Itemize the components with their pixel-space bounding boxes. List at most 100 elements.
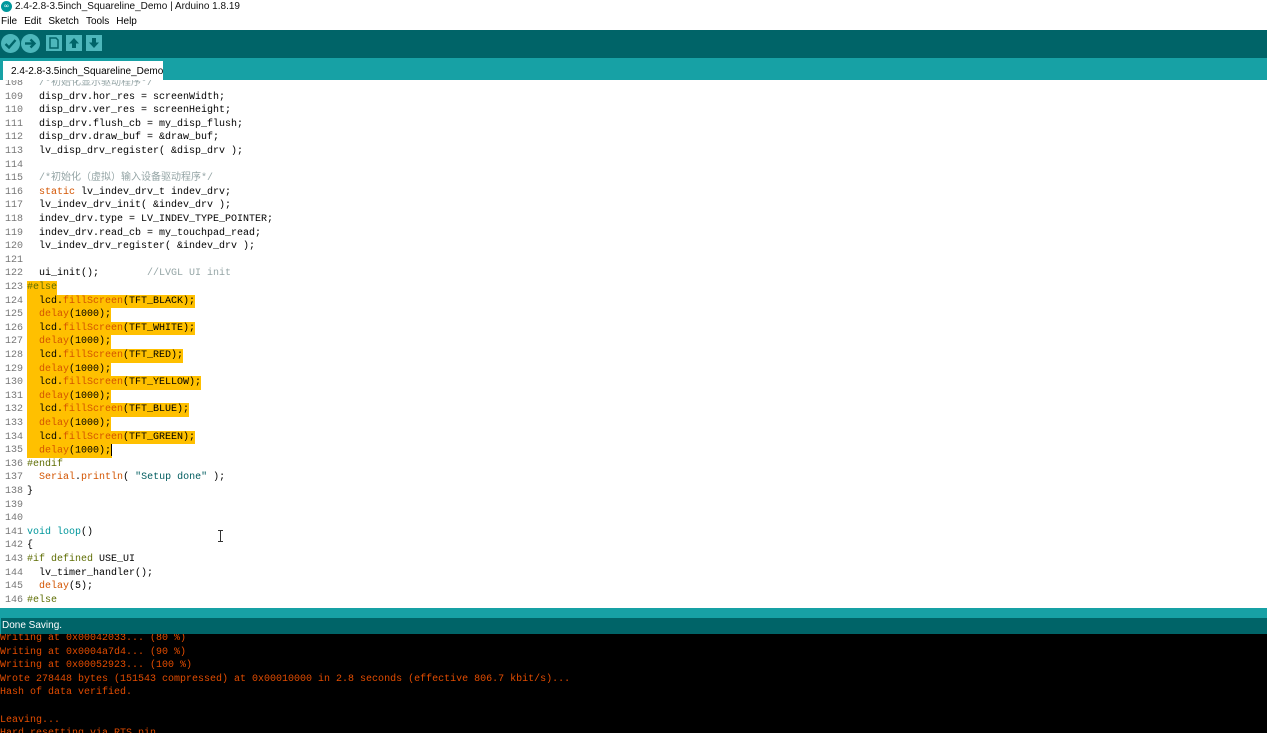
code-line: 124 lcd.fillScreen(TFT_BLACK); [0,294,1267,309]
new-sketch-button[interactable] [46,35,62,51]
menu-edit[interactable]: Edit [24,16,41,27]
console-line: Writing at 0x00042033... (80 %) [0,634,187,644]
output-console[interactable]: Writing at 0x00042033... (80 %) Writing a… [0,634,1267,733]
code-token: } [27,486,34,497]
line-number: 111 [4,118,23,130]
code-token: lcd. [27,322,64,334]
code-text: delay(1000); [27,389,112,404]
code-line: 119 indev_drv.read_cb = my_touchpad_read… [0,227,1267,241]
code-line: 135 delay(1000); [0,444,1267,459]
code-line: 132 lcd.fillScreen(TFT_BLUE); [0,403,1267,417]
code-token: ( [123,472,136,484]
code-text: #else [27,594,57,608]
code-token: (1000); [69,418,112,429]
line-number: 144 [4,567,23,579]
code-text: disp_drv.draw_buf = &draw_buf; [27,131,219,145]
code-line: 109 disp_drv.hor_res = screenWidth; [0,91,1267,105]
code-token: lcd. [27,404,64,416]
code-line: 134 lcd.fillScreen(TFT_GREEN); [0,430,1267,445]
menu-tools[interactable]: Tools [86,16,109,27]
code-token: #if defined [27,554,94,565]
open-sketch-button[interactable] [66,35,82,51]
code-token: #endif [27,458,64,470]
code-token: fillScreen [63,431,124,443]
code-line: 146 #else [0,594,1267,608]
code-line: 126 lcd.fillScreen(TFT_WHITE); [0,321,1267,336]
code-line: 141 void loop() [0,526,1267,540]
line-number: 115 [4,173,23,185]
line-number: 143 [4,554,23,565]
tab-sketch[interactable]: 2.4-2.8-3.5inch_Squareline_Demo [3,61,163,81]
line-number: 113 [4,146,23,157]
code-text: delay(1000); [27,417,112,431]
line-number: 122 [4,268,23,280]
line-number: 125 [4,309,23,321]
line-number: 129 [4,363,23,375]
code-token: lcd. [27,377,64,389]
line-number: 116 [4,186,23,198]
line-number: 131 [4,390,23,402]
line-number: 130 [4,377,23,389]
code-text: indev_drv.type = LV_INDEV_TYPE_POINTER; [27,213,273,227]
code-token: //LVGL UI init [147,268,232,280]
code-line: 127 delay(1000); [0,335,1267,349]
code-token: disp_drv.flush_cb = my_disp_flush; [27,118,244,130]
code-line: 114 [0,159,1267,173]
code-editor[interactable]: 108 /*初始化显示驱动程序*/109 disp_drv.hor_res = … [0,80,1267,608]
line-number: 145 [4,581,23,593]
code-line: 131 delay(1000); [0,389,1267,404]
code-token: lv_indev_drv_t indev_drv; [75,186,232,198]
code-token: { [27,540,34,552]
code-line: 130 lcd.fillScreen(TFT_YELLOW); [0,376,1267,390]
line-number: 124 [4,295,23,307]
code-line: 140 [0,512,1267,526]
code-text: ui_init(); //LVGL UI init [27,267,231,281]
save-sketch-button[interactable] [86,35,102,51]
new-file-icon [49,37,59,49]
code-token: (TFT_RED); [123,350,184,361]
code-text: lcd.fillScreen(TFT_GREEN); [27,430,196,445]
code-token: (TFT_YELLOW); [123,377,202,389]
code-line: 139 [0,499,1267,513]
code-token: indev_drv.read_cb = my_touchpad_read; [27,227,262,239]
tab-strip: 2.4-2.8-3.5inch_Squareline_Demo [0,58,1267,81]
menu-sketch[interactable]: Sketch [48,16,79,27]
code-token: lv_indev_drv_register( &indev_drv ); [27,241,256,253]
verify-button[interactable] [1,34,20,53]
code-line: 128 lcd.fillScreen(TFT_RED); [0,349,1267,363]
code-token: ); [207,472,226,484]
code-token: (TFT_WHITE); [123,322,196,334]
line-number: 140 [4,513,23,525]
window-titlebar: ∞ 2.4-2.8-3.5inch_Squareline_Demo | Ardu… [0,0,1267,14]
line-number: 114 [4,159,23,171]
code-text: lv_timer_handler(); [27,567,153,581]
code-token: #else [27,282,58,293]
code-line: 136 #endif [0,458,1267,472]
upload-button[interactable] [21,34,40,53]
code-line: 133 delay(1000); [0,417,1267,431]
code-token: (TFT_BLUE); [123,404,190,416]
code-text: /*初始化（虚拟）输入设备驱动程序*/ [27,172,213,186]
menu-file[interactable]: File [1,16,17,27]
line-number: 121 [4,254,23,266]
console-line: Hard resetting via RTS pin... [0,727,174,733]
code-token: disp_drv.ver_res = screenHeight; [27,105,232,117]
code-token: (1000); [69,445,112,457]
code-line: 123 #else [0,281,1267,295]
code-token: (5); [69,581,94,593]
code-line: 142 { [0,539,1267,553]
code-text: #endif [27,458,63,472]
code-text: lcd.fillScreen(TFT_BLUE); [27,403,190,417]
line-number: 142 [4,540,23,552]
code-line: 108 /*初始化显示驱动程序*/ [0,80,1267,91]
code-token: static [39,186,76,198]
code-token: indev_drv.type = LV_INDEV_TYPE_POINTER; [27,214,274,225]
code-line: 120 lv_indev_drv_register( &indev_drv ); [0,240,1267,254]
code-token: /*初始化（虚拟）输入设备驱动程序*/ [27,173,214,185]
code-text: #else [27,281,58,295]
menu-help[interactable]: Help [116,16,137,27]
